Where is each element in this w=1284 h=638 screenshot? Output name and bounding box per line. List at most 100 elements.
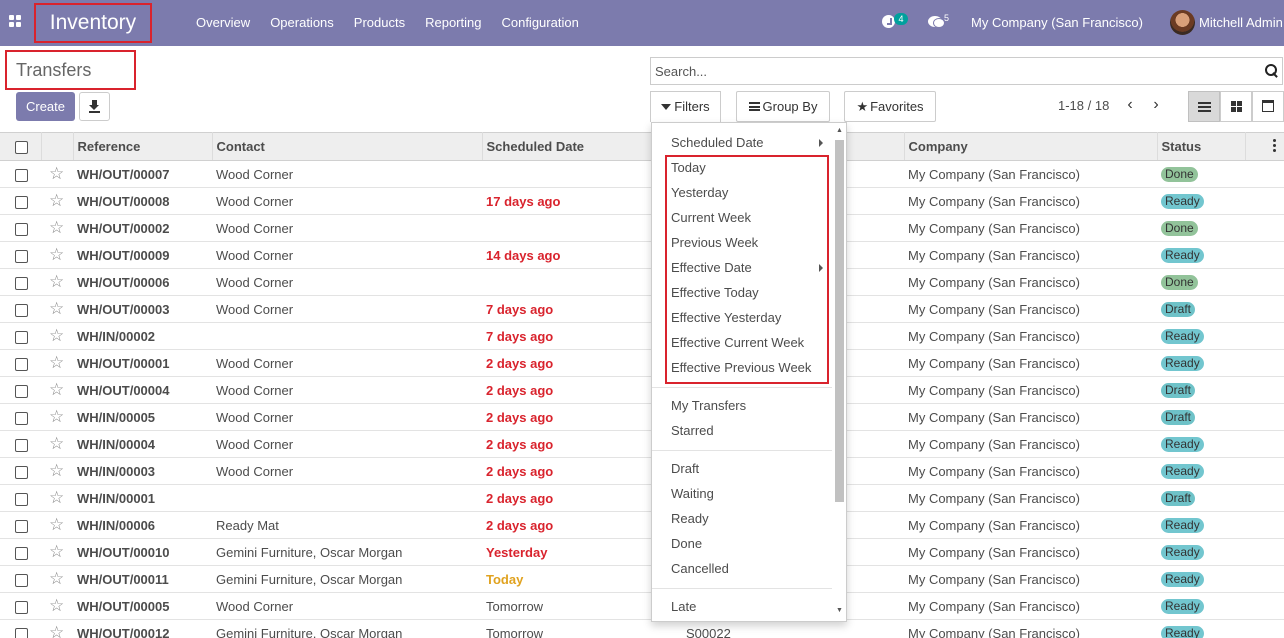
row-select-cell[interactable] [0, 188, 41, 215]
filter-draft[interactable]: Draft [671, 457, 699, 481]
favorites-button[interactable]: ★ Favorites [844, 91, 936, 122]
filter-cancelled[interactable]: Cancelled [671, 557, 729, 581]
row-star-cell[interactable]: ☆ [41, 593, 73, 620]
row-checkbox[interactable] [15, 276, 28, 290]
row-select-cell[interactable] [0, 431, 41, 458]
row-select-cell[interactable] [0, 269, 41, 296]
filter-scheduled-date[interactable]: Scheduled Date [671, 131, 764, 155]
row-checkbox[interactable] [15, 600, 28, 614]
row-select-cell[interactable] [0, 323, 41, 350]
company-switcher[interactable]: My Company (San Francisco) [971, 0, 1143, 46]
star-outline-icon[interactable]: ☆ [49, 542, 64, 561]
search-input[interactable] [651, 58, 1251, 84]
star-outline-icon[interactable]: ☆ [49, 164, 64, 183]
star-outline-icon[interactable]: ☆ [49, 596, 64, 615]
row-star-cell[interactable]: ☆ [41, 188, 73, 215]
table-row[interactable]: ☆ WH/OUT/00004 Wood Corner 2 days ago My Com… [0, 377, 1284, 404]
row-star-cell[interactable]: ☆ [41, 512, 73, 539]
row-star-cell[interactable]: ☆ [41, 215, 73, 242]
export-button[interactable] [79, 92, 110, 121]
column-options-icon[interactable] [1272, 139, 1276, 152]
scroll-down-icon[interactable]: ▼ [836, 607, 843, 614]
row-checkbox[interactable] [15, 627, 28, 638]
star-outline-icon[interactable]: ☆ [49, 326, 64, 345]
user-avatar[interactable] [1170, 10, 1195, 35]
calendar-view-button[interactable] [1252, 91, 1284, 122]
table-row[interactable]: ☆ WH/OUT/00008 Wood Corner 17 days ago My Co… [0, 188, 1284, 215]
row-checkbox[interactable] [15, 168, 28, 182]
table-row[interactable]: ☆ WH/IN/00006 Ready Mat 2 days ago My Compan… [0, 512, 1284, 539]
row-checkbox[interactable] [15, 303, 28, 317]
app-title[interactable]: Inventory [34, 3, 152, 43]
star-outline-icon[interactable]: ☆ [49, 569, 64, 588]
filter-starred[interactable]: Starred [671, 419, 714, 443]
row-select-cell[interactable] [0, 512, 41, 539]
user-menu[interactable]: Mitchell Admin [1199, 0, 1283, 46]
filter-done[interactable]: Done [671, 532, 702, 556]
table-row[interactable]: ☆ WH/OUT/00011 Gemini Furniture, Oscar Mor… [0, 566, 1284, 593]
apps-menu-icon[interactable] [9, 15, 23, 29]
table-row[interactable]: ☆ WH/IN/00003 Wood Corner 2 days ago My Comp… [0, 458, 1284, 485]
star-outline-icon[interactable]: ☆ [49, 245, 64, 264]
menu-configuration[interactable]: Configuration [491, 0, 588, 46]
row-select-cell[interactable] [0, 485, 41, 512]
table-row[interactable]: ☆ WH/OUT/00006 Wood Corner My Company (San … [0, 269, 1284, 296]
row-star-cell[interactable]: ☆ [41, 269, 73, 296]
menu-overview[interactable]: Overview [186, 0, 260, 46]
row-star-cell[interactable]: ☆ [41, 242, 73, 269]
row-checkbox[interactable] [15, 357, 28, 371]
star-outline-icon[interactable]: ☆ [49, 218, 64, 237]
star-outline-icon[interactable]: ☆ [49, 515, 64, 534]
column-status[interactable]: Status [1157, 132, 1246, 161]
filters-button[interactable]: Filters [650, 91, 721, 122]
row-star-cell[interactable]: ☆ [41, 161, 73, 188]
row-select-cell[interactable] [0, 593, 41, 620]
table-row[interactable]: ☆ WH/OUT/00009 Wood Corner 14 days ago My Co… [0, 242, 1284, 269]
row-star-cell[interactable]: ☆ [41, 620, 73, 638]
kanban-view-button[interactable] [1220, 91, 1252, 122]
table-row[interactable]: ☆ WH/IN/00001 2 days ago My Company (San Fr… [0, 485, 1284, 512]
search-icon[interactable] [1265, 64, 1278, 77]
row-select-cell[interactable] [0, 350, 41, 377]
star-outline-icon[interactable]: ☆ [49, 434, 64, 453]
row-checkbox[interactable] [15, 519, 28, 533]
column-reference[interactable]: Reference [73, 132, 213, 161]
row-star-cell[interactable]: ☆ [41, 431, 73, 458]
filter-ready[interactable]: Ready [671, 507, 709, 531]
row-checkbox[interactable] [15, 411, 28, 425]
star-outline-icon[interactable]: ☆ [49, 407, 64, 426]
table-row[interactable]: ☆ WH/OUT/00010 Gemini Furniture, Oscar Mor… [0, 539, 1284, 566]
row-star-cell[interactable]: ☆ [41, 404, 73, 431]
star-outline-icon[interactable]: ☆ [49, 461, 64, 480]
star-outline-icon[interactable]: ☆ [49, 191, 64, 210]
row-star-cell[interactable]: ☆ [41, 350, 73, 377]
pager-next-button[interactable]: › [1148, 96, 1164, 116]
row-select-cell[interactable] [0, 620, 41, 638]
table-row[interactable]: ☆ WH/OUT/00012 Gemini Furniture, Oscar Mor… [0, 620, 1284, 638]
row-star-cell[interactable]: ☆ [41, 485, 73, 512]
row-checkbox[interactable] [15, 330, 28, 344]
row-checkbox[interactable] [15, 573, 28, 587]
row-select-cell[interactable] [0, 566, 41, 593]
column-contact[interactable]: Contact [212, 132, 483, 161]
row-star-cell[interactable]: ☆ [41, 566, 73, 593]
scrollbar-thumb[interactable] [835, 140, 844, 502]
scroll-up-icon[interactable]: ▲ [836, 127, 843, 134]
row-star-cell[interactable]: ☆ [41, 458, 73, 485]
star-outline-icon[interactable]: ☆ [49, 488, 64, 507]
star-outline-icon[interactable]: ☆ [49, 380, 64, 399]
select-all-checkbox[interactable] [15, 141, 28, 155]
row-select-cell[interactable] [0, 458, 41, 485]
group-by-button[interactable]: Group By [736, 91, 830, 122]
pager-previous-button[interactable]: ‹ [1122, 96, 1138, 116]
select-all-cell[interactable] [0, 132, 42, 161]
row-select-cell[interactable] [0, 161, 41, 188]
row-select-cell[interactable] [0, 242, 41, 269]
pager-value[interactable]: 1-18 / 18 [1058, 98, 1109, 113]
row-checkbox[interactable] [15, 438, 28, 452]
table-row[interactable]: ☆ WH/IN/00005 Wood Corner 2 days ago My Comp… [0, 404, 1284, 431]
row-checkbox[interactable] [15, 465, 28, 479]
filter-late[interactable]: Late [671, 595, 696, 619]
row-star-cell[interactable]: ☆ [41, 539, 73, 566]
row-checkbox[interactable] [15, 384, 28, 398]
